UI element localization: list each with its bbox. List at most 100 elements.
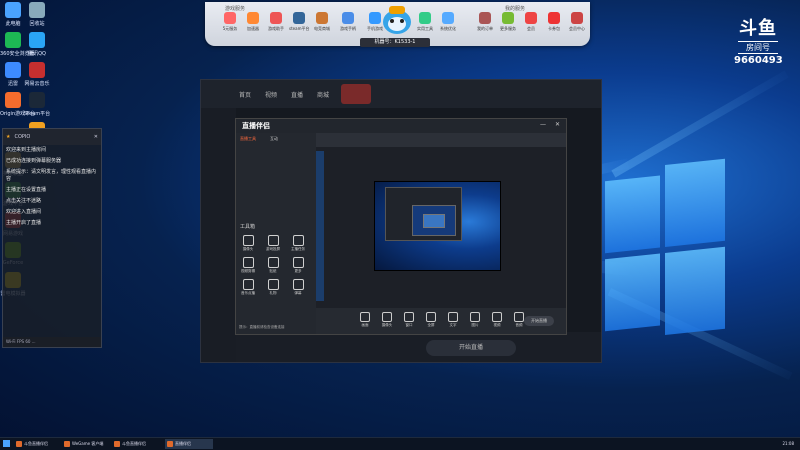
desktop-icon[interactable]: 迅雷 <box>0 62 26 87</box>
tool-item[interactable]: 音乐点播 <box>240 279 256 296</box>
dock-item[interactable]: 更多服务 <box>498 12 518 32</box>
source-button[interactable]: 摄像头 <box>378 312 396 328</box>
tool-label: 视频剪辑 <box>241 269 255 273</box>
tool-item[interactable]: 礼物 <box>265 279 281 296</box>
sidebar-tab-tools[interactable]: 直播工具 <box>240 136 256 142</box>
dock-item[interactable]: 游戏手柄 <box>338 12 358 32</box>
source-button[interactable]: 视频 <box>488 312 506 328</box>
dock-item-icon <box>342 12 354 24</box>
tool-item[interactable]: 更多 <box>290 257 306 274</box>
app-icon <box>29 32 45 48</box>
dock-item-icon <box>502 12 514 24</box>
desktop-icon[interactable]: 网易云音乐 <box>24 62 50 87</box>
taskbar-item[interactable]: 直播伴侣 <box>165 439 213 449</box>
sidebar-tab-interact[interactable]: 互动 <box>270 136 278 142</box>
source-icon <box>360 312 370 322</box>
streaming-toolbar <box>316 133 566 147</box>
tool-item[interactable]: 弹幕 <box>290 279 306 296</box>
dock-item-icon <box>293 12 305 24</box>
chat-message: 主播正在设置直播 <box>6 187 47 193</box>
source-button[interactable]: 全屏 <box>422 312 440 328</box>
desktop-icon[interactable]: 此电脑 <box>0 2 26 27</box>
tool-item[interactable]: 视频剪辑 <box>240 257 256 274</box>
dock-item[interactable]: 电竞商城 <box>312 12 332 32</box>
dock-item[interactable]: 加速器 <box>243 12 263 32</box>
dock-item[interactable]: steam平台 <box>289 12 309 32</box>
app-icon <box>5 92 21 108</box>
dock-item[interactable]: 5元服务 <box>220 12 240 32</box>
source-button[interactable]: 文字 <box>444 312 462 328</box>
start-live-button[interactable]: 开始直播 <box>426 340 516 356</box>
source-icon <box>426 312 436 322</box>
chat-message: 点击关注不迷路 <box>6 198 42 204</box>
source-label: 图片 <box>471 323 479 327</box>
streaming-app-titlebar: 直播伴侣 — ✕ <box>236 119 566 133</box>
dock-item-label: 5元服务 <box>222 26 238 31</box>
desktop-icon[interactable]: Steam平台 <box>24 92 50 117</box>
tool-icon <box>292 235 304 246</box>
dock-item[interactable]: 系统优化 <box>438 12 458 32</box>
minimize-icon[interactable]: — <box>540 121 546 128</box>
taskbar-item[interactable]: WeGame 客户端 <box>62 439 110 449</box>
tool-item[interactable]: 贴纸 <box>265 257 281 274</box>
dock-item[interactable]: 卡券包 <box>544 12 564 32</box>
dock-item-label: 系统优化 <box>440 26 456 31</box>
dock-item-icon <box>247 12 259 24</box>
main-tab[interactable]: 直播 <box>291 90 303 99</box>
dock-item-label: 卡券包 <box>548 26 560 31</box>
dock-item[interactable]: 游戏助手 <box>266 12 286 32</box>
tool-label: 主播任务 <box>291 247 305 251</box>
source-button[interactable]: 图片 <box>466 312 484 328</box>
source-label: 窗口 <box>405 323 413 327</box>
start-icon[interactable] <box>3 440 10 447</box>
dock-item-label: 我的订单 <box>477 26 493 31</box>
go-live-button[interactable]: 开始直播 <box>524 316 554 326</box>
tool-icon <box>292 279 304 290</box>
dock-item-icon <box>571 12 583 24</box>
desktop-icon-label: 腾讯QQ <box>28 51 46 57</box>
tool-icon <box>242 257 254 268</box>
desktop-icon[interactable]: 腾讯QQ <box>24 32 50 57</box>
taskbar-item[interactable]: 斗鱼直播伴侣 <box>112 439 160 449</box>
dock-group-label: 游戏服务 <box>225 6 246 12</box>
desktop-icon-label: Origin游戏平台 <box>0 111 36 117</box>
gift-icon[interactable]: ★ <box>6 134 10 140</box>
dock-item[interactable]: 会员 <box>521 12 541 32</box>
main-tab[interactable]: 视频 <box>265 90 277 99</box>
tool-item[interactable]: 主播任务 <box>290 235 306 252</box>
mascot-icon[interactable] <box>373 0 421 40</box>
chat-message: 已成功连接到弹幕服务器 <box>6 158 62 164</box>
tool-label: 礼物 <box>269 291 277 295</box>
main-tab[interactable]: 首页 <box>239 90 251 99</box>
close-icon[interactable]: ✕ <box>94 134 98 140</box>
source-button[interactable]: 画面 <box>356 312 374 328</box>
desktop-icon-label: 迅雷 <box>7 81 18 87</box>
tool-label: 更多 <box>294 269 302 273</box>
source-icon <box>382 312 392 322</box>
app-icon <box>29 92 45 108</box>
dock-item[interactable]: 我的订单 <box>475 12 495 32</box>
source-button[interactable]: 窗口 <box>400 312 418 328</box>
tool-item[interactable]: 游戏投屏 <box>265 235 281 252</box>
close-icon[interactable]: ✕ <box>555 121 560 128</box>
dock-item[interactable]: 会员中心 <box>567 12 587 32</box>
tool-icon <box>292 257 304 268</box>
desktop-icon[interactable]: 360安全浏览器 <box>0 32 35 57</box>
dock-item-icon <box>224 12 236 24</box>
taskbar-item[interactable]: 斗鱼直播伴侣 <box>14 439 62 449</box>
dock-item-icon <box>442 12 454 24</box>
main-tab[interactable]: 商城 <box>317 90 329 99</box>
tool-icon <box>242 279 254 290</box>
tool-label: 弹幕 <box>294 291 302 295</box>
machine-id: 机器号：K1533-1 <box>360 38 430 47</box>
chat-message: 主播开启了直播 <box>6 220 42 226</box>
preview-window-nested <box>412 205 456 236</box>
desktop-icon[interactable]: Origin游戏平台 <box>0 92 36 117</box>
tool-item[interactable]: 摄像头 <box>240 235 256 252</box>
dock-item-label: steam平台 <box>289 26 310 31</box>
source-label: 全屏 <box>427 323 435 327</box>
streaming-sidebar: 直播工具 互动 工具箱 摄像头 游戏投屏 主播任务 视频剪辑 贴纸 更多 音乐点播 礼物 弹幕 … <box>236 133 316 334</box>
streaming-main: 画面 摄像头 窗口 全屏 文字 图片 视频 音频 开始直播 <box>316 133 566 334</box>
desktop-icon[interactable]: 回收站 <box>24 2 50 27</box>
tool-label: 贴纸 <box>269 269 277 273</box>
